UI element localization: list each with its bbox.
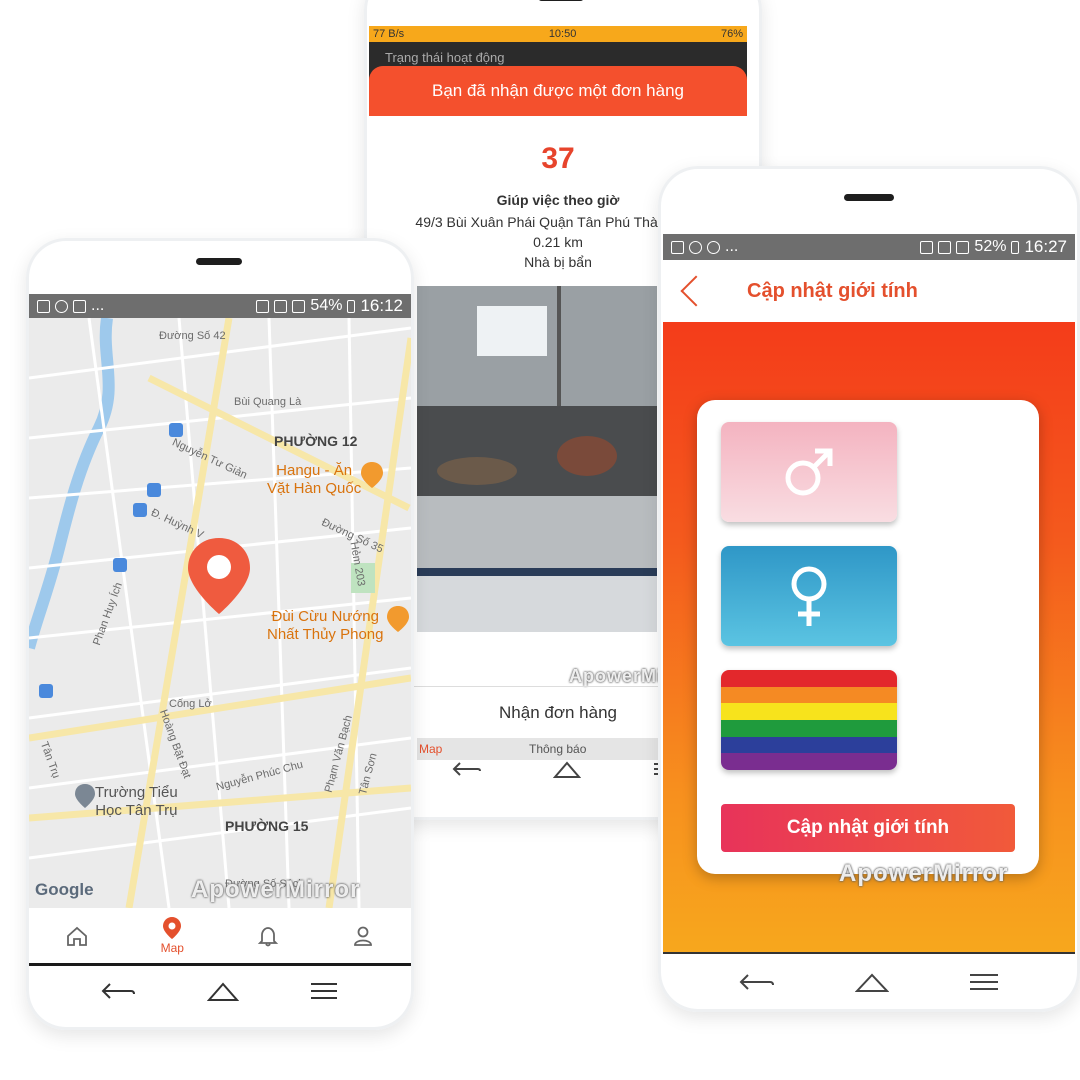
bus-stop-icon[interactable] bbox=[169, 423, 183, 437]
menu-nav-icon[interactable] bbox=[968, 971, 1000, 993]
mockup-stage: 77 B/s 10:50 76% Trạng thái hoạt động Bạ… bbox=[0, 0, 1080, 1080]
gender-option-lgbt[interactable] bbox=[721, 670, 897, 770]
chat-icon bbox=[689, 240, 702, 254]
nav-home[interactable] bbox=[47, 925, 107, 947]
back-arrow-icon[interactable] bbox=[680, 275, 712, 307]
poi-label: Trường Tiểu Học Tân Trụ bbox=[95, 784, 178, 819]
bus-stop-icon[interactable] bbox=[147, 483, 161, 497]
school-pin-icon[interactable] bbox=[75, 784, 95, 808]
facebook-icon bbox=[707, 240, 720, 254]
bus-stop-icon[interactable] bbox=[133, 503, 147, 517]
rainbow-stripe-purple bbox=[721, 753, 897, 770]
battery-percent: 54% bbox=[310, 297, 343, 314]
male-symbol-icon bbox=[785, 448, 833, 496]
watermark: ApowerMirror bbox=[839, 860, 1009, 887]
map-label: Đường Số 42 bbox=[159, 330, 226, 342]
youtube-icon bbox=[73, 299, 86, 313]
signal-icon bbox=[256, 299, 270, 313]
nav-map[interactable]: Map bbox=[142, 916, 202, 955]
watermark: ApowerMirror bbox=[191, 876, 361, 903]
wifi-icon bbox=[956, 240, 970, 254]
mute-icon bbox=[274, 299, 288, 313]
menu-nav-icon[interactable] bbox=[309, 980, 339, 1002]
back-nav-icon[interactable] bbox=[738, 970, 776, 994]
user-icon bbox=[354, 926, 373, 946]
system-nav-bar bbox=[698, 956, 1040, 1008]
female-symbol-icon bbox=[791, 566, 827, 626]
home-nav-icon[interactable] bbox=[552, 759, 581, 779]
network-speed: 77 B/s bbox=[373, 28, 405, 40]
rainbow-stripe-green bbox=[721, 720, 897, 737]
location-pin-icon[interactable] bbox=[188, 538, 250, 614]
rainbow-stripe-yellow bbox=[721, 703, 897, 720]
map-label: PHƯỜNG 15 bbox=[225, 818, 309, 834]
status-bar: ... 52% 16:27 bbox=[663, 234, 1075, 260]
phone-gender: ... 52% 16:27 Cập nhật giới tính Cập nhậ… bbox=[658, 166, 1080, 1012]
order-photo bbox=[417, 286, 657, 632]
nav-map-label: Map bbox=[160, 940, 184, 955]
bell-icon bbox=[257, 926, 278, 946]
poi-label: Hangu - Ăn Vặt Hàn Quốc bbox=[267, 462, 362, 497]
wifi-icon bbox=[292, 299, 306, 313]
gender-option-male[interactable] bbox=[721, 422, 897, 522]
google-logo: Google bbox=[35, 880, 94, 899]
room-photo-illustration bbox=[417, 286, 657, 632]
status-time: 16:12 bbox=[360, 296, 403, 315]
status-bar: ... 54% 16:12 bbox=[29, 294, 411, 318]
map-label: Bùi Quang Là bbox=[234, 396, 302, 408]
divider bbox=[663, 952, 1075, 954]
rainbow-stripe-blue bbox=[721, 736, 897, 754]
more-notifications: ... bbox=[725, 238, 739, 255]
bottom-nav: Map bbox=[29, 908, 411, 966]
gender-card: Cập nhật giới tính bbox=[697, 400, 1039, 874]
back-nav-icon[interactable] bbox=[101, 980, 137, 1002]
phone-speaker bbox=[844, 194, 894, 201]
system-nav-bar bbox=[66, 970, 374, 1012]
gender-option-female[interactable] bbox=[721, 546, 897, 646]
phone-speaker bbox=[538, 0, 584, 1]
activity-status-label: Trạng thái hoạt động bbox=[385, 50, 505, 65]
poi-label: Đùi Cừu Nướng Nhất Thủy Phong bbox=[267, 608, 384, 643]
mute-icon bbox=[938, 240, 952, 254]
app-notification-icon bbox=[37, 299, 50, 313]
restaurant-pin-icon[interactable] bbox=[361, 462, 383, 488]
map-label: PHƯỜNG 12 bbox=[274, 433, 358, 449]
new-order-banner: Bạn đã nhận được một đơn hàng bbox=[369, 66, 747, 116]
nav-profile[interactable] bbox=[333, 925, 393, 947]
app-bar: Cập nhật giới tính bbox=[663, 260, 1075, 322]
rainbow-stripe-red bbox=[721, 670, 897, 687]
back-nav-icon[interactable] bbox=[452, 759, 482, 779]
restaurant-pin-icon[interactable] bbox=[387, 606, 409, 632]
app-notification-icon bbox=[671, 240, 684, 254]
status-bar: 77 B/s 10:50 76% bbox=[369, 26, 747, 42]
more-notifications: ... bbox=[91, 297, 105, 314]
battery-level: 76% bbox=[720, 28, 743, 40]
map-label: Cống Lở bbox=[169, 698, 212, 710]
nav-notifications[interactable] bbox=[238, 925, 298, 947]
home-nav-icon[interactable] bbox=[207, 980, 239, 1002]
signal-icon bbox=[920, 240, 934, 254]
home-nav-icon[interactable] bbox=[854, 971, 889, 993]
battery-icon bbox=[1011, 240, 1020, 254]
battery-percent: 52% bbox=[974, 238, 1007, 255]
battery-icon bbox=[347, 299, 356, 313]
phone-map: ... 54% 16:12 Đường Số 42 Bùi Quang Là P… bbox=[26, 238, 414, 1030]
phone-speaker bbox=[196, 258, 242, 265]
bus-stop-icon[interactable] bbox=[113, 558, 127, 572]
map-view[interactable]: Đường Số 42 Bùi Quang Là PHƯỜNG 12 Nguyễ… bbox=[29, 318, 411, 908]
home-icon bbox=[66, 926, 87, 946]
bus-stop-icon[interactable] bbox=[39, 684, 53, 698]
gender-screen-background: Cập nhật giới tính ApowerMirror bbox=[663, 322, 1075, 952]
status-time: 16:27 bbox=[1024, 237, 1067, 256]
map-pin-icon bbox=[163, 916, 182, 939]
status-time: 10:50 bbox=[548, 28, 577, 40]
page-title: Cập nhật giới tính bbox=[747, 279, 918, 302]
update-gender-button[interactable]: Cập nhật giới tính bbox=[721, 804, 1015, 852]
facebook-icon bbox=[55, 299, 68, 313]
rainbow-stripe-orange bbox=[721, 686, 897, 704]
